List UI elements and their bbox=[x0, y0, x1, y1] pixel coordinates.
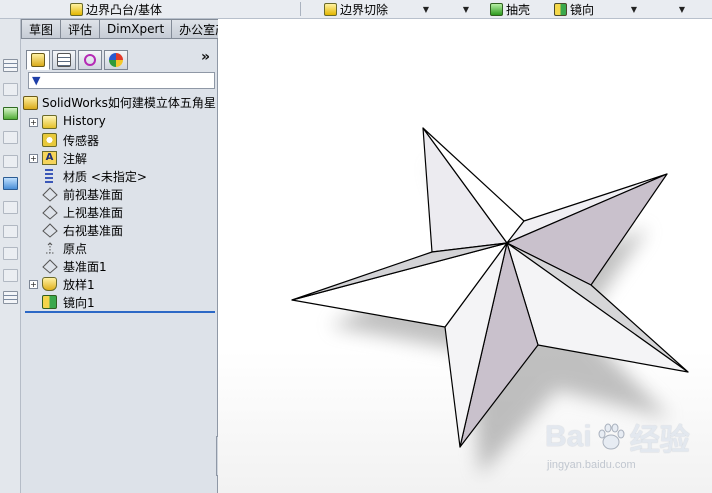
tree-root-part[interactable]: SolidWorks如何建模立体五角星 bbox=[23, 94, 217, 111]
top-toolbar: 边界凸台/基体 边界切除 ▼ ▼ 抽壳 镜向 ▼ ▼ bbox=[0, 0, 712, 19]
watermark-url: jingyan.baidu.com bbox=[547, 459, 636, 471]
appearance-icon bbox=[109, 53, 123, 67]
origin-icon bbox=[42, 241, 57, 255]
panel-tabs: » bbox=[21, 39, 217, 70]
tree-item-right-plane[interactable]: 右视基准面 bbox=[25, 221, 217, 239]
tree-item-front-plane[interactable]: 前视基准面 bbox=[25, 185, 217, 203]
tree-item-loft1[interactable]: + 放样1 bbox=[25, 275, 217, 293]
baidu-watermark: Bai 经验 jingyan.baidu.com bbox=[545, 415, 690, 471]
table-icon[interactable] bbox=[3, 59, 18, 72]
more-tabs-chevron-icon[interactable]: » bbox=[201, 49, 210, 65]
mirror-dropdown[interactable]: ▼ bbox=[612, 0, 656, 18]
feature-tree-icon bbox=[31, 53, 45, 67]
configuration-manager-tab[interactable] bbox=[78, 50, 102, 70]
tree-item-label: 上视基准面 bbox=[63, 206, 124, 220]
tree-item-label: History bbox=[63, 114, 106, 128]
tree-item-label: 右视基准面 bbox=[63, 224, 124, 238]
tab-evaluate[interactable]: 评估 bbox=[61, 19, 101, 39]
part-icon bbox=[23, 95, 38, 110]
tree-item-label: 材质 <未指定> bbox=[63, 170, 147, 184]
cut-options-dropdown[interactable]: ▼ bbox=[444, 0, 488, 18]
tree-item-top-plane[interactable]: 上视基准面 bbox=[25, 203, 217, 221]
tree-item-label: 原点 bbox=[63, 242, 88, 256]
boundary-boss-button[interactable]: 边界凸台/基体 bbox=[70, 0, 162, 18]
command-manager-tabs: 草图 评估 DimXpert 办公室产品 bbox=[21, 19, 248, 39]
tree-root-label: SolidWorks如何建模立体五角星 bbox=[42, 96, 216, 110]
tree-item-label: 放样1 bbox=[63, 278, 95, 292]
assembly-icon[interactable] bbox=[3, 131, 18, 144]
mirror-button[interactable]: 镜向 bbox=[554, 0, 594, 18]
expand-icon[interactable]: + bbox=[29, 118, 38, 127]
tree-item-label: 基准面1 bbox=[63, 260, 107, 274]
tree-item-origin[interactable]: 原点 bbox=[25, 239, 217, 257]
tree-item-label: 前视基准面 bbox=[63, 188, 124, 202]
star-face bbox=[422, 127, 508, 253]
history-icon bbox=[42, 115, 57, 129]
part-icon[interactable] bbox=[3, 107, 18, 120]
sensor-icon bbox=[42, 133, 57, 147]
boundary-cut-dropdown[interactable]: ▼ bbox=[404, 0, 448, 18]
boundary-cut-icon bbox=[324, 2, 337, 16]
watermark-brand: Bai bbox=[545, 420, 592, 453]
shell-label: 抽壳 bbox=[506, 2, 531, 17]
tree-item-mirror1[interactable]: 镜向1 bbox=[25, 293, 217, 311]
boundary-cut-label: 边界切除 bbox=[340, 2, 389, 17]
selection-icon[interactable] bbox=[3, 177, 18, 190]
expand-icon[interactable]: + bbox=[29, 280, 38, 289]
plane-icon bbox=[42, 187, 58, 202]
tab-sketch[interactable]: 草图 bbox=[21, 19, 62, 39]
tree-item-label: 注解 bbox=[63, 152, 88, 166]
tree-item-label: 传感器 bbox=[63, 134, 100, 148]
tree-item-label: 镜向1 bbox=[63, 296, 95, 310]
crosshair-icon bbox=[84, 54, 96, 66]
loft-icon bbox=[42, 277, 57, 291]
layer-icon[interactable] bbox=[3, 225, 18, 238]
feature-tree-tab[interactable] bbox=[26, 50, 50, 70]
feature-filter-input[interactable]: ▼ bbox=[28, 72, 215, 89]
watermark-brand-tail: 经验 bbox=[629, 424, 690, 457]
shell-icon bbox=[490, 2, 503, 16]
boundary-boss-label: 边界凸台/基体 bbox=[86, 2, 163, 17]
expand-icon[interactable]: + bbox=[29, 154, 38, 163]
boundary-cut-button[interactable]: 边界切除 bbox=[324, 0, 388, 18]
list-icon[interactable] bbox=[3, 291, 18, 304]
feature-manager-panel: » ▼ SolidWorks如何建模立体五角星 + History 传感器 + … bbox=[21, 39, 218, 493]
shell-button[interactable]: 抽壳 bbox=[490, 0, 530, 18]
display-icon[interactable] bbox=[3, 269, 18, 282]
filter-icon: ▼ bbox=[32, 74, 41, 87]
rollback-bar[interactable] bbox=[25, 311, 215, 313]
feature-tree: + History 传感器 + A 注解 材质 <未指定> 前视基准面 上视基准… bbox=[25, 113, 217, 311]
more-tools-dropdown[interactable]: ▼ bbox=[660, 0, 704, 18]
property-manager-icon bbox=[57, 53, 71, 67]
tab-dimxpert[interactable]: DimXpert bbox=[100, 19, 173, 39]
drawing-icon[interactable] bbox=[3, 155, 18, 168]
tree-item-history[interactable]: + History bbox=[25, 113, 217, 131]
plane-icon bbox=[42, 205, 58, 220]
view-icon[interactable] bbox=[3, 83, 18, 96]
annotation-icon: A bbox=[42, 151, 57, 165]
paw-icon bbox=[596, 422, 626, 452]
property-manager-tab[interactable] bbox=[52, 50, 76, 70]
boundary-boss-icon bbox=[70, 2, 83, 16]
mirror-feature-icon bbox=[42, 295, 57, 309]
tree-item-annotations[interactable]: + A 注解 bbox=[25, 149, 217, 167]
plane-icon bbox=[42, 259, 58, 274]
material-icon bbox=[45, 169, 53, 183]
section-icon[interactable] bbox=[3, 247, 18, 260]
layout-icon[interactable] bbox=[3, 201, 18, 214]
toolbar-separator bbox=[300, 2, 301, 16]
mirror-label: 镜向 bbox=[570, 2, 595, 17]
display-manager-tab[interactable] bbox=[104, 50, 128, 70]
watermark-main: Bai 经验 bbox=[545, 415, 690, 459]
tree-item-plane1[interactable]: 基准面1 bbox=[25, 257, 217, 275]
plane-icon bbox=[42, 223, 58, 238]
left-icon-strip bbox=[0, 19, 21, 493]
tree-item-sensors[interactable]: 传感器 bbox=[25, 131, 217, 149]
mirror-icon bbox=[554, 2, 567, 16]
tree-item-material[interactable]: 材质 <未指定> bbox=[25, 167, 217, 185]
